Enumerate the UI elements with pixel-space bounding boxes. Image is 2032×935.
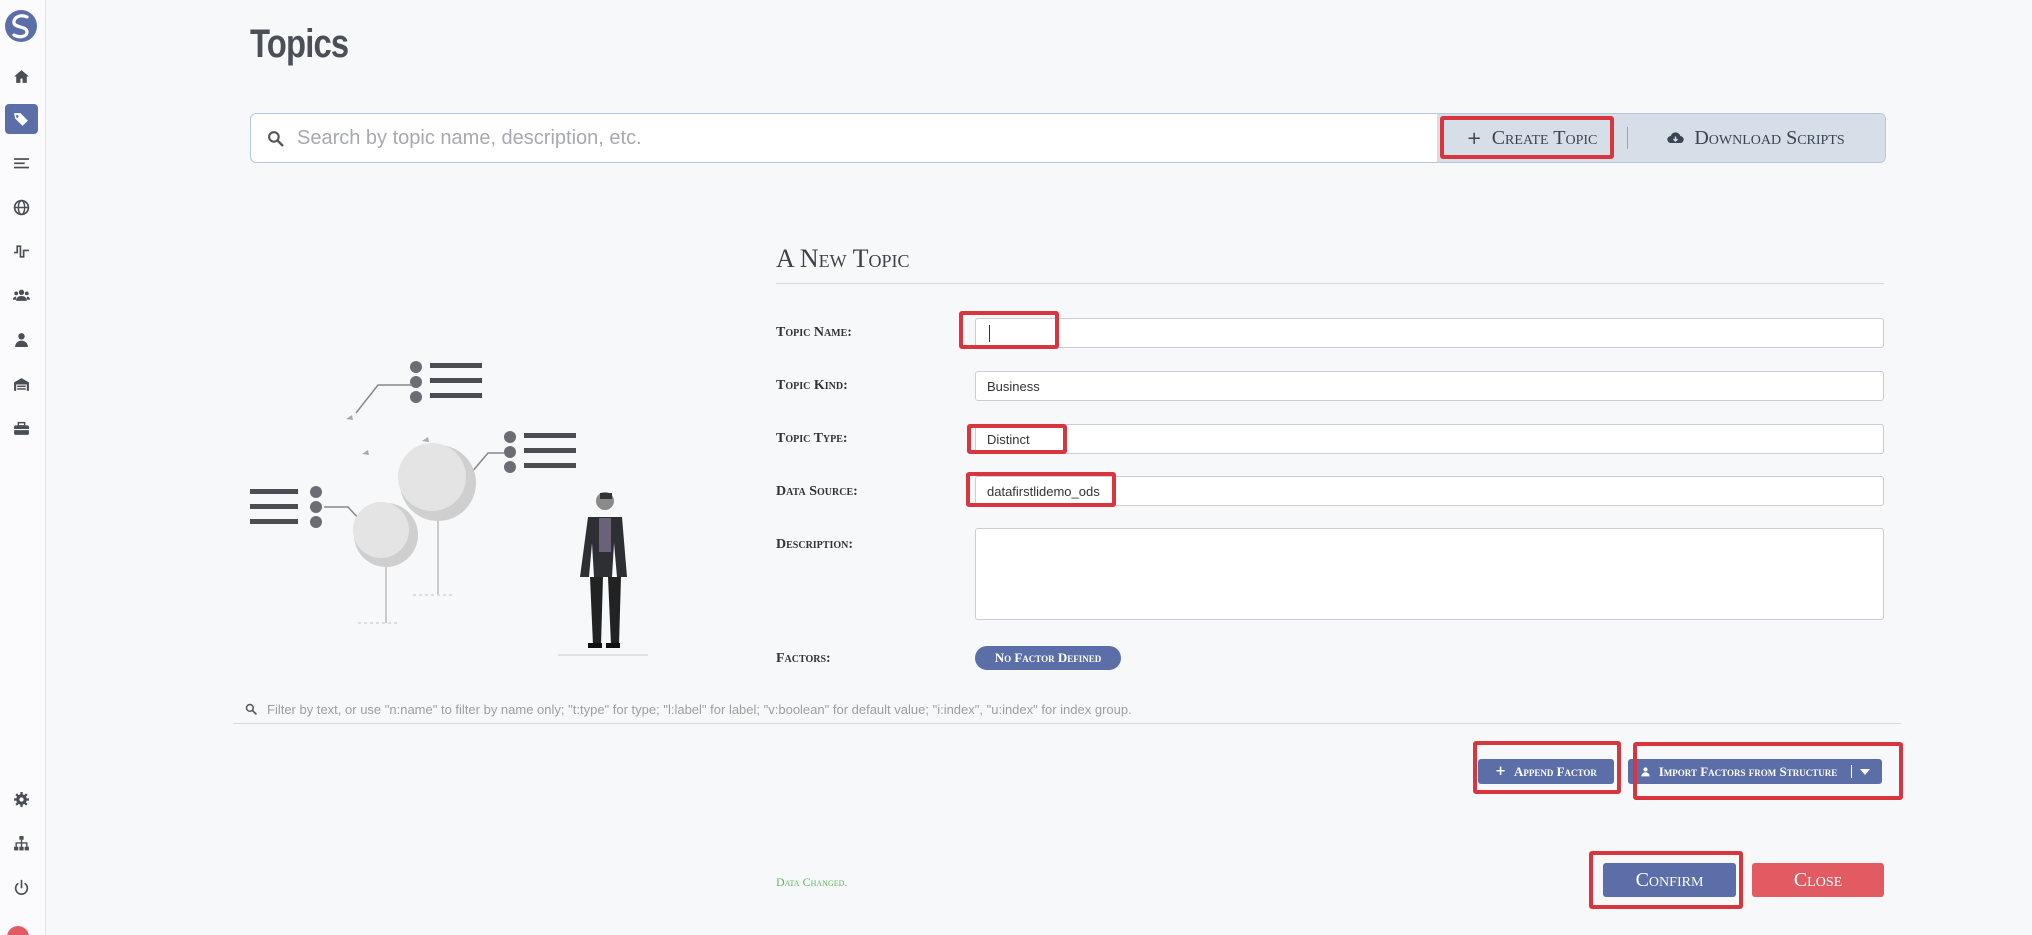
sidebar: [0, 0, 46, 935]
topic-type-value: Distinct: [987, 431, 1030, 447]
create-topic-label: Create Topic: [1491, 126, 1598, 149]
user-upload-icon: [1641, 767, 1650, 777]
page-title: Topics: [250, 22, 349, 66]
topic-illustration: [250, 361, 648, 656]
data-source-select[interactable]: datafirstlidemo_ods: [975, 476, 1884, 506]
chevron-down-icon[interactable]: [1860, 768, 1871, 775]
search-icon: [268, 131, 284, 147]
filter-search-icon: [245, 703, 257, 715]
topic-kind-label: Topic Kind:: [776, 378, 848, 393]
import-factors-button[interactable]: Import Factors from Structure: [1628, 759, 1882, 784]
description-label: Description:: [776, 537, 854, 552]
factor-filter-input[interactable]: Filter by text, or use "n:name" to filte…: [267, 702, 1132, 717]
tags-icon[interactable]: [5, 104, 38, 134]
topic-type-select[interactable]: Distinct: [975, 424, 1884, 454]
data-source-label: Data Source:: [776, 484, 858, 499]
description-textarea[interactable]: [975, 528, 1884, 620]
factors-label: Factors:: [776, 651, 831, 666]
create-topic-button[interactable]: + Create Topic: [1437, 114, 1627, 162]
globe-icon[interactable]: [5, 192, 38, 222]
pulse-icon[interactable]: [5, 236, 38, 266]
confirm-button[interactable]: Confirm: [1603, 863, 1736, 897]
search-bar: + Create Topic Download Scripts: [250, 113, 1886, 163]
topic-kind-value: Business: [987, 378, 1040, 394]
warehouse-icon[interactable]: [5, 369, 38, 399]
topic-name-input[interactable]: [975, 318, 1884, 348]
form-divider: [776, 283, 1884, 284]
toolbox-icon[interactable]: [5, 413, 38, 443]
gear-icon[interactable]: [5, 784, 38, 814]
append-factor-button[interactable]: + Append Factor: [1478, 759, 1614, 784]
filter-divider: [233, 723, 1901, 724]
close-button[interactable]: Close: [1752, 863, 1884, 897]
app-logo-icon[interactable]: [3, 8, 39, 44]
search-input[interactable]: [297, 114, 1477, 162]
topic-kind-select[interactable]: Business: [975, 371, 1884, 401]
download-scripts-label: Download Scripts: [1694, 126, 1845, 149]
download-scripts-button[interactable]: Download Scripts: [1628, 114, 1884, 162]
power-icon[interactable]: [5, 872, 38, 902]
avatar[interactable]: [7, 926, 29, 935]
cloud-download-icon: [1667, 132, 1684, 144]
import-factors-label: Import Factors from Structure: [1658, 763, 1838, 779]
append-factor-label: Append Factor: [1513, 763, 1597, 779]
plus-icon: +: [1466, 127, 1482, 149]
home-icon[interactable]: [5, 61, 38, 91]
divider: [1851, 765, 1853, 778]
data-changed-status: Data Changed.: [776, 875, 848, 889]
topic-name-label: Topic Name:: [776, 325, 852, 340]
plus-icon: +: [1495, 764, 1506, 779]
list-icon[interactable]: [5, 148, 38, 178]
user-icon[interactable]: [5, 324, 38, 354]
users-icon[interactable]: [5, 280, 38, 310]
text-caret: [989, 324, 990, 342]
sitemap-icon[interactable]: [5, 828, 38, 858]
form-title: A New Topic: [776, 244, 910, 273]
topic-type-label: Topic Type:: [776, 431, 848, 446]
no-factor-badge: No Factor Defined: [975, 646, 1121, 670]
data-source-value: datafirstlidemo_ods: [987, 483, 1100, 499]
search-actions: + Create Topic Download Scripts: [1437, 114, 1885, 162]
